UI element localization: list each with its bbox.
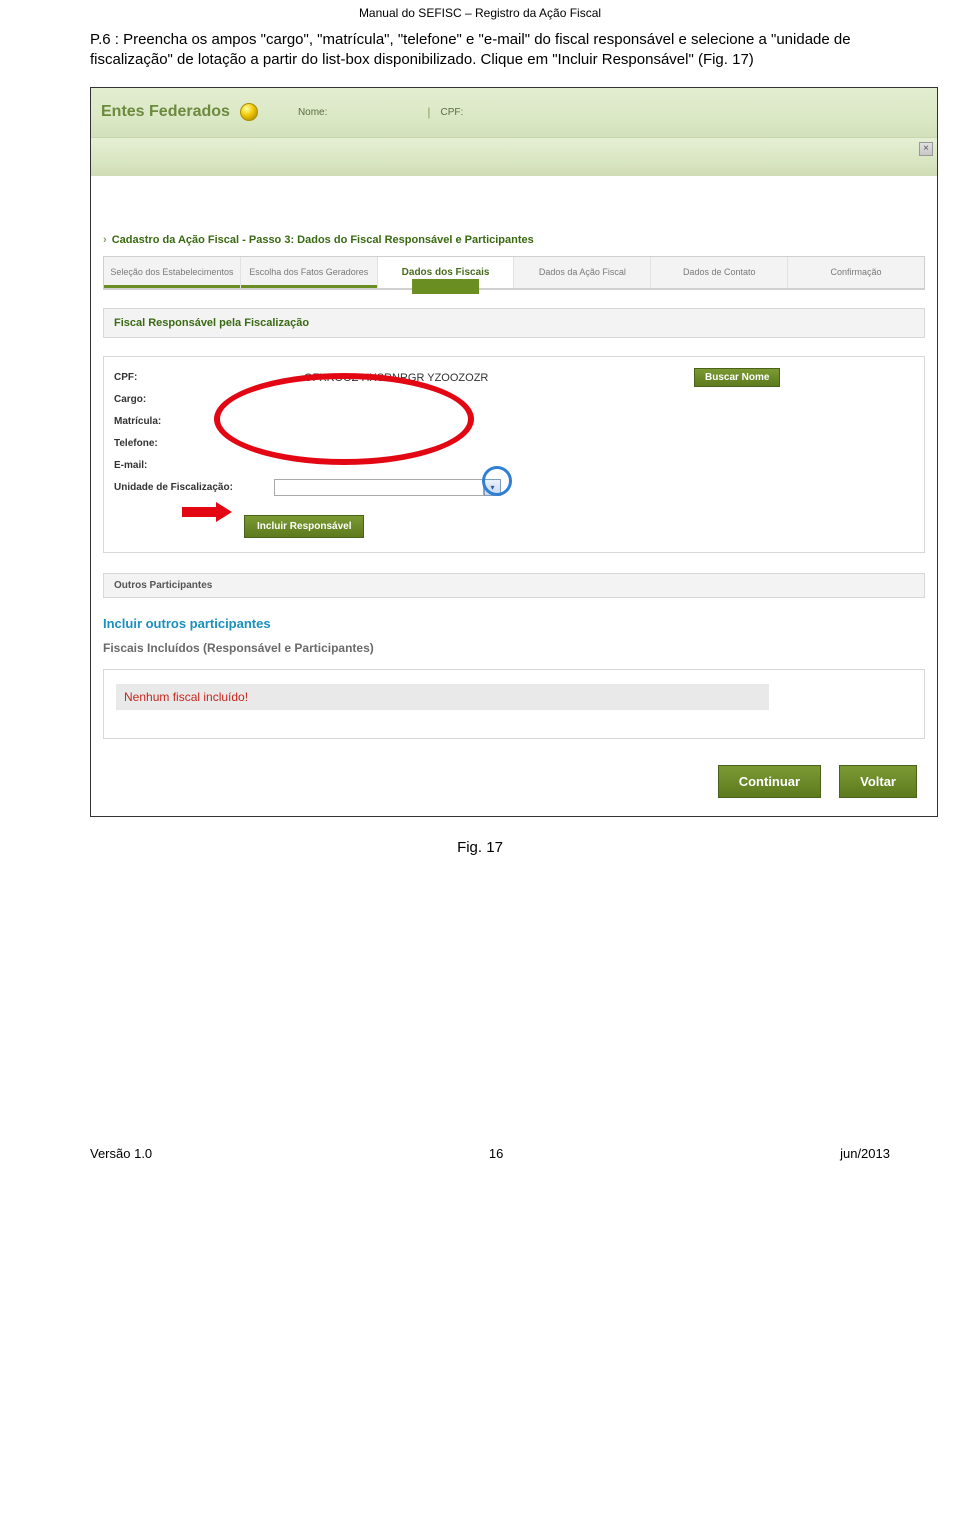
- breadcrumb: › Cadastro da Ação Fiscal - Passo 3: Dad…: [91, 228, 937, 250]
- doc-running-header: Manual do SEFISC – Registro da Ação Fisc…: [0, 0, 960, 30]
- breadcrumb-text: Cadastro da Ação Fiscal - Passo 3: Dados…: [112, 234, 534, 246]
- row-cpf: CPF: OFXROOZ HXSRNRGR YZOOZOZR Buscar No…: [114, 367, 914, 389]
- wizard-step-1[interactable]: Seleção dos Estabelecimentos: [104, 257, 241, 288]
- wizard-step-3[interactable]: Dados dos Fiscais: [378, 257, 515, 288]
- close-icon[interactable]: ×: [919, 142, 933, 156]
- buscar-nome-button[interactable]: Buscar Nome: [694, 368, 780, 387]
- label-cpf: CPF:: [114, 372, 274, 383]
- row-unidade: Unidade de Fiscalização: ▾: [114, 477, 914, 499]
- unidade-input[interactable]: [274, 479, 484, 496]
- page-footer: Versão 1.0 16 jun/2013: [0, 866, 960, 1181]
- app-topbar: Entes Federados Nome: | CPF:: [91, 88, 937, 138]
- gradient-strip: ×: [91, 138, 937, 176]
- row-matricula: Matrícula:: [114, 411, 914, 433]
- app-brand: Entes Federados: [101, 103, 230, 121]
- chevron-right-icon: ›: [103, 234, 107, 246]
- fiscais-incluidos-title: Fiscais Incluídos (Responsável e Partici…: [103, 641, 925, 655]
- incluir-outros-link[interactable]: Incluir outros participantes: [103, 616, 925, 631]
- topbar-cpf-label: CPF:: [441, 107, 464, 118]
- label-matricula: Matrícula:: [114, 416, 274, 427]
- wizard-steps: Seleção dos Estabelecimentos Escolha dos…: [104, 257, 924, 289]
- footer-buttons: Continuar Voltar: [91, 739, 937, 816]
- wizard-step-2[interactable]: Escolha dos Fatos Geradores: [241, 257, 378, 288]
- presence-icon: [240, 103, 258, 121]
- footer-page-number: 16: [489, 1146, 503, 1161]
- instruction-paragraph: P.6 : Preencha os ampos "cargo", "matríc…: [0, 30, 960, 83]
- spacer: [91, 176, 937, 228]
- wizard-panel: Seleção dos Estabelecimentos Escolha dos…: [103, 256, 925, 290]
- row-cargo: Cargo:: [114, 389, 914, 411]
- label-unidade: Unidade de Fiscalização:: [114, 482, 274, 493]
- wizard-step-4[interactable]: Dados da Ação Fiscal: [514, 257, 651, 288]
- footer-version: Versão 1.0: [90, 1146, 152, 1161]
- form-fiscal: CPF: OFXROOZ HXSRNRGR YZOOZOZR Buscar No…: [103, 356, 925, 553]
- topbar-separator: |: [427, 105, 430, 119]
- section-title-fiscal: Fiscal Responsável pela Fiscalização: [103, 308, 925, 338]
- incluir-responsavel-button[interactable]: Incluir Responsável: [244, 515, 364, 538]
- wizard-step-5[interactable]: Dados de Contato: [651, 257, 788, 288]
- label-telefone: Telefone:: [114, 438, 274, 449]
- figure-caption: Fig. 17: [0, 817, 960, 866]
- section-outros-bar: Outros Participantes: [103, 573, 925, 598]
- fiscais-list-box: Nenhum fiscal incluído!: [103, 669, 925, 739]
- chevron-down-icon[interactable]: ▾: [484, 479, 501, 496]
- wizard-step-6[interactable]: Confirmação: [788, 257, 924, 288]
- label-email: E-mail:: [114, 460, 274, 471]
- topbar-nome-label: Nome:: [298, 107, 327, 118]
- row-email: E-mail:: [114, 455, 914, 477]
- voltar-button[interactable]: Voltar: [839, 765, 917, 798]
- continuar-button[interactable]: Continuar: [718, 765, 821, 798]
- app-screenshot-frame: Entes Federados Nome: | CPF: × › Cadastr…: [90, 87, 938, 817]
- label-cargo: Cargo:: [114, 394, 274, 405]
- empty-alert: Nenhum fiscal incluído!: [116, 684, 769, 710]
- value-cpf: OFXROOZ HXSRNRGR YZOOZOZR: [274, 372, 534, 384]
- row-telefone: Telefone:: [114, 433, 914, 455]
- footer-date: jun/2013: [840, 1146, 890, 1161]
